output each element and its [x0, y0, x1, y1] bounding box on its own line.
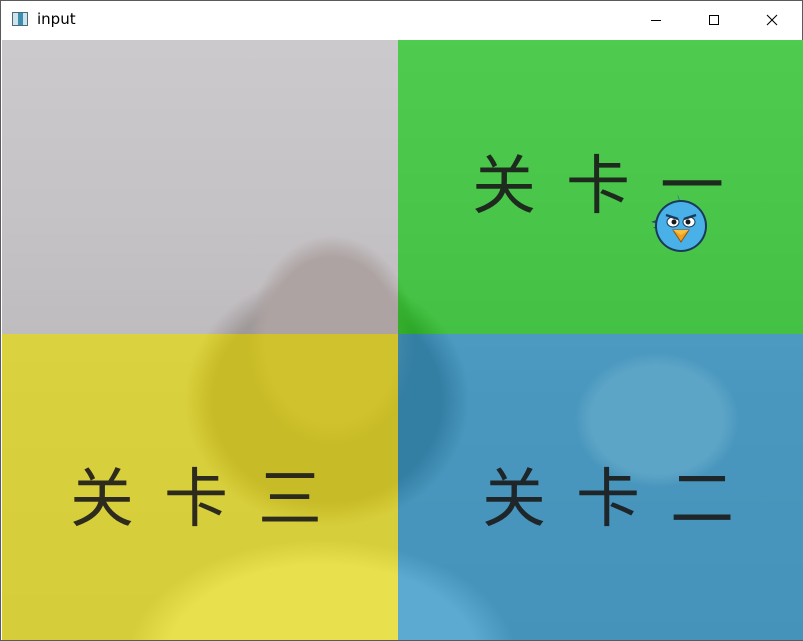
level-3-label: 关卡三 [70, 463, 352, 537]
blue-bird-icon [651, 194, 707, 252]
app-window: input 关卡一 关卡二 关卡三 [0, 0, 803, 641]
level-2-label: 关卡二 [482, 463, 764, 537]
maximize-icon [709, 15, 719, 25]
close-button[interactable] [743, 1, 801, 39]
window-app-icon [12, 12, 28, 26]
minimize-icon [651, 20, 661, 21]
camera-canvas[interactable]: 关卡一 关卡二 关卡三 [2, 40, 803, 640]
region-top-left[interactable] [2, 40, 398, 334]
level-1-label: 关卡一 [472, 150, 754, 224]
title-bar[interactable]: input [1, 1, 802, 39]
maximize-button[interactable] [685, 1, 743, 39]
close-icon [766, 14, 778, 26]
window-title: input [37, 10, 76, 28]
minimize-button[interactable] [627, 1, 685, 39]
